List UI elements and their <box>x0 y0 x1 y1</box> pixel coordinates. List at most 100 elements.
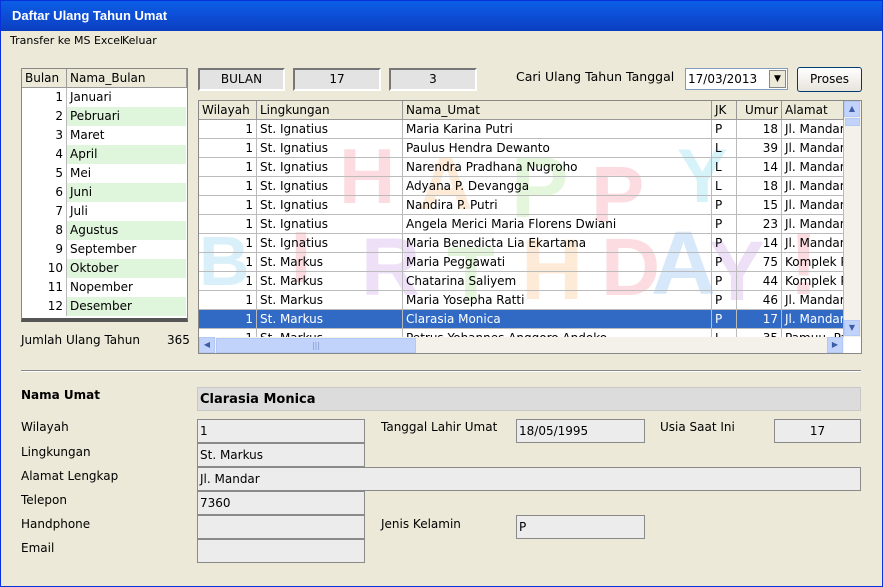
month-row[interactable]: 3 Maret <box>22 126 186 145</box>
cell-alamat: Jl. Mandar <box>782 215 844 234</box>
cell-wilayah: 1 <box>199 158 257 177</box>
month-col-header-nama[interactable]: Nama_Bulan <box>67 69 187 88</box>
scroll-down-icon[interactable]: ▼ <box>844 320 860 336</box>
menu-keluar[interactable]: Keluar <box>122 34 157 47</box>
month-number: 1 <box>22 88 67 107</box>
title-bar: Daftar Ulang Tahun Umat <box>1 1 882 31</box>
total-value: 365 <box>167 333 190 347</box>
cell-umur: 18 <box>737 120 782 139</box>
email-label: Email <box>21 541 55 555</box>
month-name: Agustus <box>67 221 186 240</box>
cell-lingkungan: St. Markus <box>257 291 403 310</box>
month-list: Bulan Nama_Bulan 1 Januari 2 Pebruari 3 Maret… <box>21 68 188 322</box>
month-number: 11 <box>22 278 67 297</box>
month-number: 9 <box>22 240 67 259</box>
telepon-field[interactable]: 7360 <box>197 491 365 515</box>
cell-nama-umat: Maria Peggawati <box>403 253 712 272</box>
col-header-wilayah[interactable]: Wilayah <box>199 101 257 120</box>
vertical-scroll-thumb[interactable] <box>845 118 860 126</box>
month-row[interactable]: 12 Desember <box>22 297 186 316</box>
cell-wilayah: 1 <box>199 177 257 196</box>
month-row[interactable]: 7 Juli <box>22 202 186 221</box>
usia-field[interactable]: 17 <box>774 419 861 443</box>
scroll-up-icon[interactable]: ▲ <box>844 101 860 117</box>
date-picker[interactable]: 17/03/2013 ▼ <box>685 68 788 90</box>
scroll-left-icon[interactable]: ◀ <box>199 337 215 353</box>
cell-alamat: Jl. Mandar <box>782 291 844 310</box>
cell-wilayah: 1 <box>199 291 257 310</box>
grid-row[interactable]: 1 St. Ignatius Paulus Hendra Dewanto L 39 Jl.… <box>199 139 844 158</box>
cell-alamat: Jl. Mandar <box>782 139 844 158</box>
cell-nama-umat: Clarasia Monica <box>403 310 712 329</box>
email-field[interactable] <box>197 539 365 563</box>
cell-nama-umat: Maria Yosepha Ratti <box>403 291 712 310</box>
nama-umat-field[interactable]: Clarasia Monica <box>197 387 861 411</box>
grid-row[interactable]: 1 St. Markus Chatarina Saliyem P 44 Komplek P <box>199 272 844 291</box>
separator-line <box>21 370 861 372</box>
month-row[interactable]: 9 September <box>22 240 186 259</box>
cell-lingkungan: St. Ignatius <box>257 234 403 253</box>
alamat-field[interactable]: Jl. Mandar <box>197 467 861 491</box>
jenis-kelamin-field[interactable]: P <box>516 515 645 539</box>
grid-row[interactable]: 1 St. Ignatius Maria Karina Putri P 18 Jl. Ma… <box>199 120 844 139</box>
cell-lingkungan: St. Ignatius <box>257 158 403 177</box>
proses-button[interactable]: Proses <box>797 67 862 92</box>
cell-alamat: Jl. Mandar <box>782 234 844 253</box>
jenis-kelamin-label: Jenis Kelamin <box>381 517 461 531</box>
handphone-field[interactable] <box>197 515 365 539</box>
month-row[interactable]: 6 Juni <box>22 183 186 202</box>
col-header-lingkungan[interactable]: Lingkungan <box>257 101 403 120</box>
cell-wilayah: 1 <box>199 196 257 215</box>
bulan-box: BULAN <box>198 68 285 91</box>
month-name: Juli <box>67 202 186 221</box>
cell-jk: P <box>712 120 737 139</box>
tanggal-lahir-field[interactable]: 18/05/1995 <box>516 419 645 443</box>
month-row[interactable]: 4 April <box>22 145 186 164</box>
app-window: Daftar Ulang Tahun Umat Transfer ke MS E… <box>0 0 883 587</box>
cell-umur: 18 <box>737 177 782 196</box>
cell-alamat: Komplek P <box>782 253 844 272</box>
month-number: 10 <box>22 259 67 278</box>
col-header-alamat[interactable]: Alamat <box>782 101 844 120</box>
month-row[interactable]: 5 Mei <box>22 164 186 183</box>
month-name: Mei <box>67 164 186 183</box>
grid-row[interactable]: 1 St. Ignatius Maria Benedicta Lia Ekartam… <box>199 234 844 253</box>
cell-alamat: Jl. Mandar <box>782 310 844 329</box>
cell-lingkungan: St. Markus <box>257 253 403 272</box>
col-header-umur[interactable]: Umur <box>737 101 782 120</box>
cell-alamat: Jl. Mandar <box>782 158 844 177</box>
grid-row[interactable]: 1 St. Markus Maria Yosepha Ratti P 46 Jl. Man… <box>199 291 844 310</box>
month-row[interactable]: 8 Agustus <box>22 221 186 240</box>
wilayah-field[interactable]: 1 <box>197 419 365 443</box>
month-row[interactable]: 2 Pebruari <box>22 107 186 126</box>
scroll-right-icon[interactable]: ▶ <box>827 337 843 353</box>
cell-umur: 14 <box>737 234 782 253</box>
col-header-jk[interactable]: JK <box>712 101 737 120</box>
month-number: 3 <box>22 126 67 145</box>
horizontal-scrollbar[interactable]: ◀ ||| ▶ <box>199 337 844 353</box>
grid-row[interactable]: 1 St. Markus Clarasia Monica P 17 Jl. Mandar <box>199 310 844 329</box>
month-row[interactable]: 1 Januari <box>22 88 186 107</box>
grid-row[interactable]: 1 St. Markus Maria Peggawati P 75 Komplek P <box>199 253 844 272</box>
lingkungan-field[interactable]: St. Markus <box>197 443 365 467</box>
col-header-nama-umat[interactable]: Nama_Umat <box>403 101 712 120</box>
chevron-down-icon[interactable]: ▼ <box>769 70 786 88</box>
month-row[interactable]: 10 Oktober <box>22 259 186 278</box>
grid-row[interactable]: 1 St. Ignatius Nandira P. Putri P 15 Jl. Mand… <box>199 196 844 215</box>
birthday-grid: HAPPYBIRTHDAY! Wilayah Lingkungan Nama_U… <box>198 100 862 354</box>
month-row[interactable]: 11 Nopember <box>22 278 186 297</box>
vertical-scrollbar[interactable]: ▲ ▼ <box>844 101 861 337</box>
grid-row[interactable]: 1 St. Ignatius Narendra Pradhana Nugroho L 1… <box>199 158 844 177</box>
menu-transfer-excel[interactable]: Transfer ke MS Excel <box>10 34 123 47</box>
cell-umur: 15 <box>737 196 782 215</box>
tanggal-lahir-label: Tanggal Lahir Umat <box>381 420 498 434</box>
month-number: 2 <box>22 107 67 126</box>
month-name: Januari <box>67 88 186 107</box>
grid-row[interactable]: 1 St. Ignatius Adyana P. Devangga L 18 Jl. Ma… <box>199 177 844 196</box>
cell-lingkungan: St. Ignatius <box>257 139 403 158</box>
proses-label: Proses <box>810 72 849 86</box>
horizontal-scroll-thumb[interactable]: ||| <box>216 338 416 353</box>
cell-umur: 14 <box>737 158 782 177</box>
grid-row[interactable]: 1 St. Ignatius Angela Merici Maria Florens… <box>199 215 844 234</box>
month-col-header-bulan[interactable]: Bulan <box>22 69 67 88</box>
